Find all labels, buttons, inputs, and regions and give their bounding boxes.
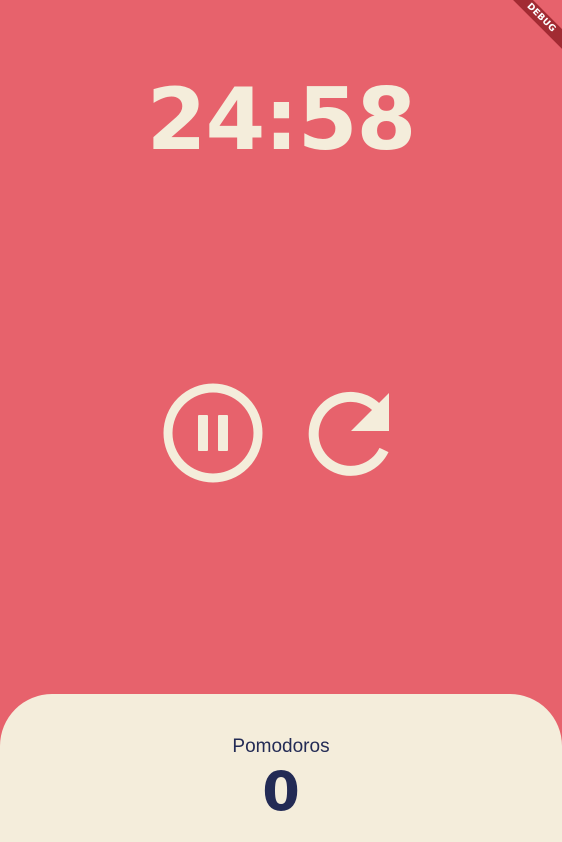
debug-ribbon-label: DEBUG bbox=[504, 0, 562, 55]
debug-banner: DEBUG bbox=[502, 0, 562, 60]
pomodoro-app: 24:58 Pomodoros 0 DEBUG bbox=[0, 0, 562, 842]
pomodoro-counter-panel: Pomodoros 0 bbox=[0, 694, 562, 842]
reset-button[interactable] bbox=[300, 382, 404, 486]
timer-controls bbox=[0, 382, 562, 486]
pause-button[interactable] bbox=[161, 382, 265, 486]
pause-circle-icon bbox=[161, 382, 265, 486]
pomodoros-label: Pomodoros bbox=[232, 736, 330, 757]
restart-icon bbox=[300, 382, 404, 486]
pomodoros-count: 0 bbox=[262, 760, 300, 823]
timer-display: 24:58 bbox=[146, 70, 417, 170]
